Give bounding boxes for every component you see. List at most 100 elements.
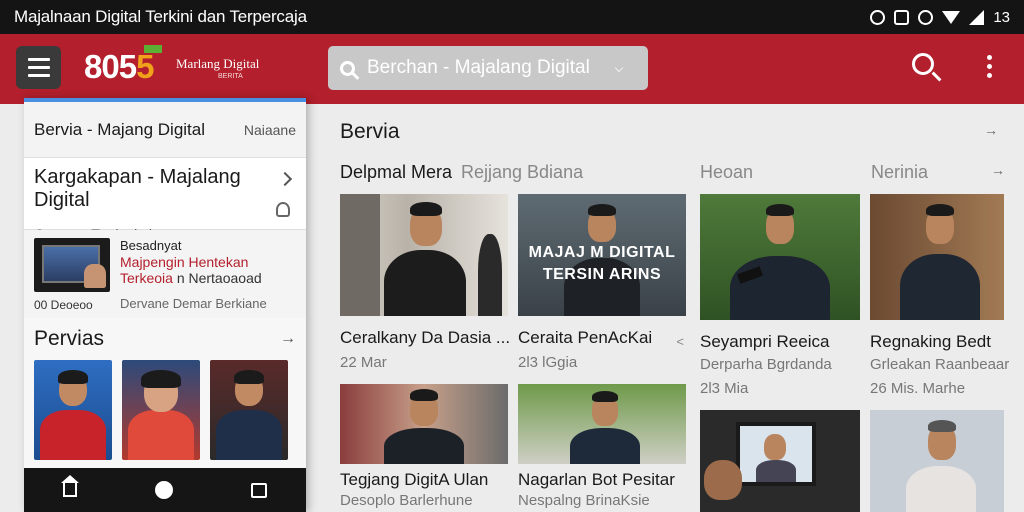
thumbnail-card[interactable] bbox=[34, 360, 112, 460]
story-meta: Dervane Demar Berkiane bbox=[120, 296, 267, 311]
news-title[interactable]: Ceralkany Da Dasia ... bbox=[340, 328, 510, 348]
more-options-icon[interactable] bbox=[987, 55, 992, 78]
tab-heoan[interactable]: Heoan bbox=[700, 162, 753, 183]
drawer-thumbnails bbox=[24, 360, 306, 462]
news-photo: MAJAJ M DIGITAL TERSIN ARINS bbox=[518, 194, 686, 316]
tab-rejjang-bdiana[interactable]: Rejjang Bdiana bbox=[461, 162, 583, 183]
drawer-header-right[interactable]: Naiaane bbox=[244, 122, 296, 138]
logo-badge-icon bbox=[144, 45, 162, 53]
share-icon[interactable]: < bbox=[676, 334, 684, 349]
app-logo[interactable]: 8055 bbox=[84, 48, 154, 86]
tab-delpmal-mera[interactable]: Delpmal Mera bbox=[340, 162, 452, 183]
photo-bg bbox=[340, 194, 380, 316]
news-date: 2l3 Mia bbox=[700, 380, 749, 397]
drawer-title: Bervia - Majang Digital bbox=[34, 119, 206, 139]
photo-overlay-text: MAJAJ M DIGITAL bbox=[528, 244, 676, 261]
news-title[interactable]: Nagarlan Bot Pesitar bbox=[518, 470, 675, 490]
app-bar: 8055 Marlang Digital BERITA Berchan - Ma… bbox=[0, 34, 1024, 104]
arrow-right-icon[interactable]: → bbox=[984, 122, 998, 138]
news-card[interactable]: Nagarlan Bot Pesitar Nespalng BrinaKsie bbox=[518, 384, 686, 512]
news-author: Desoplo Barlerhune bbox=[340, 492, 473, 509]
search-bar[interactable]: Berchan - Majalang Digital bbox=[328, 46, 648, 90]
drawer-featured-card[interactable]: Kargakapan - Majalang Digital Cengraa Te… bbox=[24, 158, 306, 242]
search-input[interactable]: Berchan - Majalang Digital bbox=[367, 57, 590, 79]
alarm-icon bbox=[870, 9, 886, 25]
news-card[interactable] bbox=[870, 410, 1004, 512]
chevron-down-icon[interactable] bbox=[614, 63, 624, 73]
photo-figure bbox=[926, 204, 954, 216]
story-tag: 00 Deoeoo bbox=[34, 298, 93, 312]
calendar-icon bbox=[894, 9, 910, 25]
photo-figure bbox=[766, 204, 794, 216]
news-title[interactable]: Seyampri Reeica bbox=[700, 332, 829, 352]
photo-figure bbox=[410, 389, 438, 401]
logo-highlight: 5 bbox=[136, 48, 154, 85]
category-tabs: Delpmal Mera Rejjang Bdiana Heoan Nerini… bbox=[340, 162, 1005, 186]
news-card[interactable]: Regnaking Bedt Grleakan Raanbeaar 26 Mis… bbox=[870, 194, 1009, 399]
photo-figure bbox=[570, 428, 640, 464]
photo-figure bbox=[384, 250, 466, 316]
drawer-section-header: Pervias → bbox=[24, 318, 306, 360]
photo-figure bbox=[900, 254, 980, 320]
bookmark-icon[interactable] bbox=[276, 202, 290, 217]
photo-figure bbox=[588, 204, 616, 216]
sync-icon bbox=[918, 9, 934, 25]
menu-icon-bar bbox=[27, 66, 50, 69]
featured-title: Kargakapan - Majalang Digital bbox=[34, 166, 241, 211]
navigation-drawer: Bervia - Majang Digital Naiaane Kargakap… bbox=[24, 98, 306, 512]
thumb-figure bbox=[58, 370, 88, 384]
photo-figure bbox=[410, 202, 442, 216]
story-kicker: Besadnyat bbox=[120, 238, 182, 253]
brand-tagline: BERITA bbox=[218, 73, 243, 80]
home-icon[interactable] bbox=[61, 475, 79, 497]
bottom-navigation bbox=[24, 468, 306, 512]
menu-icon-bar bbox=[27, 74, 50, 77]
news-title[interactable]: Tegjang DigitA Ulan bbox=[340, 470, 488, 490]
section-heading: Bervia bbox=[340, 120, 400, 143]
dot bbox=[987, 64, 992, 69]
status-bar: Majalnaan Digital Terkini dan Terpercaja… bbox=[0, 0, 1024, 34]
thumb-figure bbox=[40, 410, 106, 460]
thumbnail-card[interactable] bbox=[122, 360, 200, 460]
hamburger-menu-button[interactable] bbox=[16, 46, 61, 89]
news-photo bbox=[518, 384, 686, 464]
drawer-story-item[interactable]: 00 Deoeoo Besadnyat Majpengin Hentekan T… bbox=[24, 230, 306, 318]
news-author: Grleakan Raanbeaar bbox=[870, 356, 1010, 373]
news-photo bbox=[870, 194, 1004, 320]
news-date: 2l3 lGgia bbox=[518, 354, 578, 371]
recent-apps-icon[interactable] bbox=[251, 482, 267, 498]
menu-icon bbox=[27, 58, 50, 61]
news-card[interactable]: Ceralkany Da Dasia ... 22 Mar bbox=[340, 194, 510, 374]
story-thumbnail bbox=[34, 238, 110, 292]
news-date: 22 Mar bbox=[340, 354, 387, 371]
story-headline: Majpengin Hentekan bbox=[120, 254, 249, 270]
photo-figure bbox=[478, 234, 502, 316]
news-date: 26 Mis. Marhe bbox=[870, 380, 966, 397]
news-card[interactable]: Tegjang DigitA Ulan Desoplo Barlerhune bbox=[340, 384, 508, 512]
logo-number: 805 bbox=[84, 48, 137, 85]
arrow-right-icon[interactable]: → bbox=[280, 330, 296, 348]
thumb-figure bbox=[234, 370, 264, 384]
thumbnail-card[interactable] bbox=[210, 360, 288, 460]
photo-figure bbox=[906, 466, 976, 512]
news-title[interactable]: Ceraita PenAcKai bbox=[518, 328, 652, 348]
news-card[interactable]: MAJAJ M DIGITAL TERSIN ARINS Ceraita Pen… bbox=[518, 194, 686, 374]
tab-nerinia[interactable]: Nerinia bbox=[871, 162, 928, 183]
news-card[interactable] bbox=[700, 410, 860, 512]
photo-figure bbox=[756, 460, 796, 482]
photo-figure bbox=[764, 434, 786, 460]
news-card[interactable]: Seyampri Reeica Derparha Bgrdanda 2l3 Mi… bbox=[700, 194, 860, 399]
photo-figure bbox=[592, 391, 618, 402]
drawer-header[interactable]: Bervia - Majang Digital Naiaane bbox=[24, 102, 306, 158]
news-author: Nespalng BrinaKsie bbox=[518, 492, 650, 509]
dot bbox=[987, 55, 992, 60]
photo-figure bbox=[384, 428, 464, 464]
home-circle-icon[interactable] bbox=[155, 481, 173, 499]
search-icon[interactable] bbox=[912, 53, 934, 75]
photo-figure bbox=[704, 460, 742, 500]
battery-level: 13 bbox=[993, 8, 1010, 26]
news-title[interactable]: Regnaking Bedt bbox=[870, 332, 991, 352]
search-icon bbox=[340, 60, 355, 76]
arrow-right-icon[interactable]: → bbox=[991, 162, 1005, 178]
signal-icon bbox=[969, 9, 985, 25]
